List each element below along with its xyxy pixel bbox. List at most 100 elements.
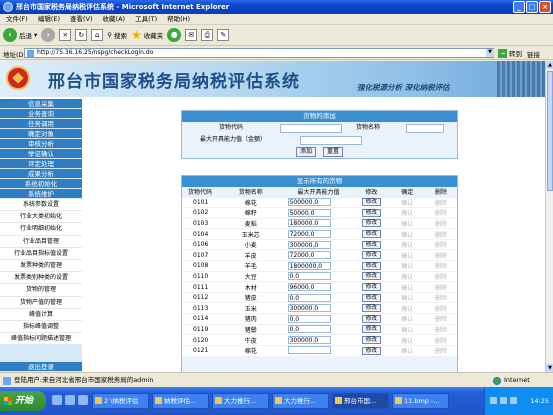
edit-button[interactable]: 修改: [361, 304, 381, 313]
max-capacity-input[interactable]: [300, 136, 362, 145]
capacity-input[interactable]: 300000.0: [287, 240, 331, 249]
capacity-input[interactable]: [287, 345, 331, 354]
edit-button[interactable]: 修改: [361, 198, 381, 207]
task-button-doc3[interactable]: 大力推行...: [272, 393, 329, 409]
sidebar-section-audit-analysis[interactable]: 审核分析: [0, 139, 82, 149]
delete-link[interactable]: 删除: [425, 281, 457, 293]
close-button[interactable]: ×: [539, 1, 551, 13]
menu-help[interactable]: 帮助(H): [167, 14, 190, 24]
sidebar-item-goods-mgmt[interactable]: 货物的管理: [0, 284, 82, 297]
edit-button[interactable]: 修改: [361, 336, 381, 345]
edit-button[interactable]: 修改: [361, 293, 381, 302]
edit-page-button[interactable]: ✎: [217, 29, 230, 41]
start-button[interactable]: 开始: [0, 391, 46, 411]
edit-button[interactable]: 修改: [361, 314, 381, 323]
edit-button[interactable]: 修改: [361, 283, 381, 292]
delete-link[interactable]: 删除: [425, 302, 457, 314]
sidebar-item-peak-adjust[interactable]: 指标峰值调整: [0, 320, 82, 334]
delete-link[interactable]: 删除: [425, 323, 457, 335]
sidebar-item-peak-problem-mgmt[interactable]: 峰值指标问题描述管理: [0, 333, 82, 346]
back-button[interactable]: ‹ 后退 ▾: [3, 28, 37, 42]
task-button-doc2[interactable]: 大力推行...: [212, 393, 269, 409]
capacity-input[interactable]: 180000.0: [287, 219, 331, 228]
capacity-input[interactable]: 300000.0: [287, 304, 331, 313]
network-icon[interactable]: [490, 397, 497, 404]
volume-icon[interactable]: [500, 397, 507, 404]
confirm-link[interactable]: 确认: [389, 344, 426, 356]
sidebar-item-industry-category-init[interactable]: 行业大类初始化: [0, 211, 82, 224]
minimize-button[interactable]: _: [513, 1, 525, 13]
confirm-link[interactable]: 确认: [389, 217, 426, 229]
edit-button[interactable]: 修改: [361, 261, 381, 270]
antivirus-icon[interactable]: [510, 397, 517, 404]
delete-link[interactable]: 删除: [425, 207, 457, 219]
sidebar-section-task-call[interactable]: 任务调用: [0, 119, 82, 129]
maximize-button[interactable]: □: [526, 1, 538, 13]
home-button[interactable]: ⌂: [91, 29, 104, 41]
confirm-link[interactable]: 确认: [389, 313, 426, 325]
sidebar-item-industry-detail-init[interactable]: 行业明细初始化: [0, 223, 82, 236]
ie-quicklaunch-icon[interactable]: [65, 395, 75, 405]
menu-favorites[interactable]: 收藏(A): [103, 14, 126, 24]
edit-button[interactable]: 修改: [361, 240, 381, 249]
sidebar-section-info-collect[interactable]: 信息采集: [0, 99, 82, 109]
capacity-input[interactable]: 50000.0: [287, 208, 331, 217]
capacity-input[interactable]: 500000.0: [287, 198, 331, 207]
delete-link[interactable]: 删除: [425, 238, 457, 250]
capacity-input[interactable]: 0.0: [287, 325, 331, 334]
confirm-link[interactable]: 确认: [389, 207, 426, 219]
confirm-link[interactable]: 确认: [389, 270, 426, 282]
sidebar-section-evidence-confirm[interactable]: 举证确认: [0, 149, 82, 159]
edit-button[interactable]: 修改: [361, 251, 381, 260]
links-button[interactable]: 链接: [527, 49, 540, 59]
goods-name-input[interactable]: [406, 124, 444, 133]
confirm-link[interactable]: 确认: [389, 334, 426, 346]
capacity-input[interactable]: 0.0: [287, 314, 331, 323]
confirm-link[interactable]: 确认: [389, 238, 426, 250]
sidebar-item-industry-item-mgmt[interactable]: 行业品目管理: [0, 235, 82, 248]
delete-link[interactable]: 删除: [425, 228, 457, 240]
sidebar-section-assessment[interactable]: 评定处理: [0, 159, 82, 169]
goods-code-input[interactable]: [280, 124, 342, 133]
address-input[interactable]: http://75.36.16.25/nspg/checkLogin.do: [24, 48, 494, 58]
delete-link[interactable]: 删除: [425, 270, 457, 282]
capacity-input[interactable]: 96000.0: [287, 283, 331, 292]
sidebar-section-results[interactable]: 成果分析: [0, 169, 82, 179]
scroll-up-button[interactable]: ▲: [546, 61, 553, 69]
confirm-link[interactable]: 确认: [389, 249, 426, 261]
capacity-input[interactable]: 72000.0: [287, 230, 331, 239]
delete-link[interactable]: 删除: [425, 260, 457, 272]
search-button[interactable]: ⚲ 搜索: [107, 30, 127, 40]
delete-link[interactable]: 删除: [425, 313, 457, 325]
media-quicklaunch-icon[interactable]: [78, 395, 88, 405]
menu-tools[interactable]: 工具(T): [135, 14, 157, 24]
confirm-link[interactable]: 确认: [389, 281, 426, 293]
forward-button[interactable]: ›: [41, 28, 56, 42]
task-button-doc1[interactable]: 纳税评估...: [152, 393, 209, 409]
sidebar-item-invoice-category-settings[interactable]: 发票类别种类的设置: [0, 272, 82, 285]
address-dropdown[interactable]: ▼: [486, 49, 494, 57]
sidebar-section-system-maint[interactable]: 系统维护: [0, 189, 82, 199]
media-button[interactable]: ●: [167, 28, 182, 42]
edit-button[interactable]: 修改: [361, 219, 381, 228]
sidebar-section-business-query[interactable]: 业务查询: [0, 109, 82, 119]
delete-link[interactable]: 删除: [425, 196, 457, 208]
sidebar-item-indicator-settings[interactable]: 行业品目指标值设置: [0, 247, 82, 260]
delete-link[interactable]: 删除: [425, 217, 457, 229]
task-button-folder[interactable]: 2 \纳税评估: [92, 393, 149, 409]
delete-link[interactable]: 删除: [425, 249, 457, 261]
capacity-input[interactable]: 0.0: [287, 293, 331, 302]
sidebar-item-param-settings[interactable]: 系统参数设置: [0, 199, 82, 212]
delete-link[interactable]: 删除: [425, 344, 457, 356]
delete-link[interactable]: 删除: [425, 334, 457, 346]
sidebar-item-peak-calc[interactable]: 峰值计算: [0, 308, 82, 321]
menu-file[interactable]: 文件(F): [6, 14, 28, 24]
sidebar-item-goods-output-mgmt[interactable]: 货物产值的管理: [0, 296, 82, 309]
capacity-input[interactable]: 72000.0: [287, 251, 331, 260]
reset-button[interactable]: 重置: [322, 147, 343, 157]
edit-button[interactable]: 修改: [361, 272, 381, 281]
capacity-input[interactable]: 300000.0: [287, 336, 331, 345]
capacity-input[interactable]: 1800000.0: [287, 261, 331, 270]
confirm-link[interactable]: 确认: [389, 260, 426, 272]
confirm-link[interactable]: 确认: [389, 323, 426, 335]
